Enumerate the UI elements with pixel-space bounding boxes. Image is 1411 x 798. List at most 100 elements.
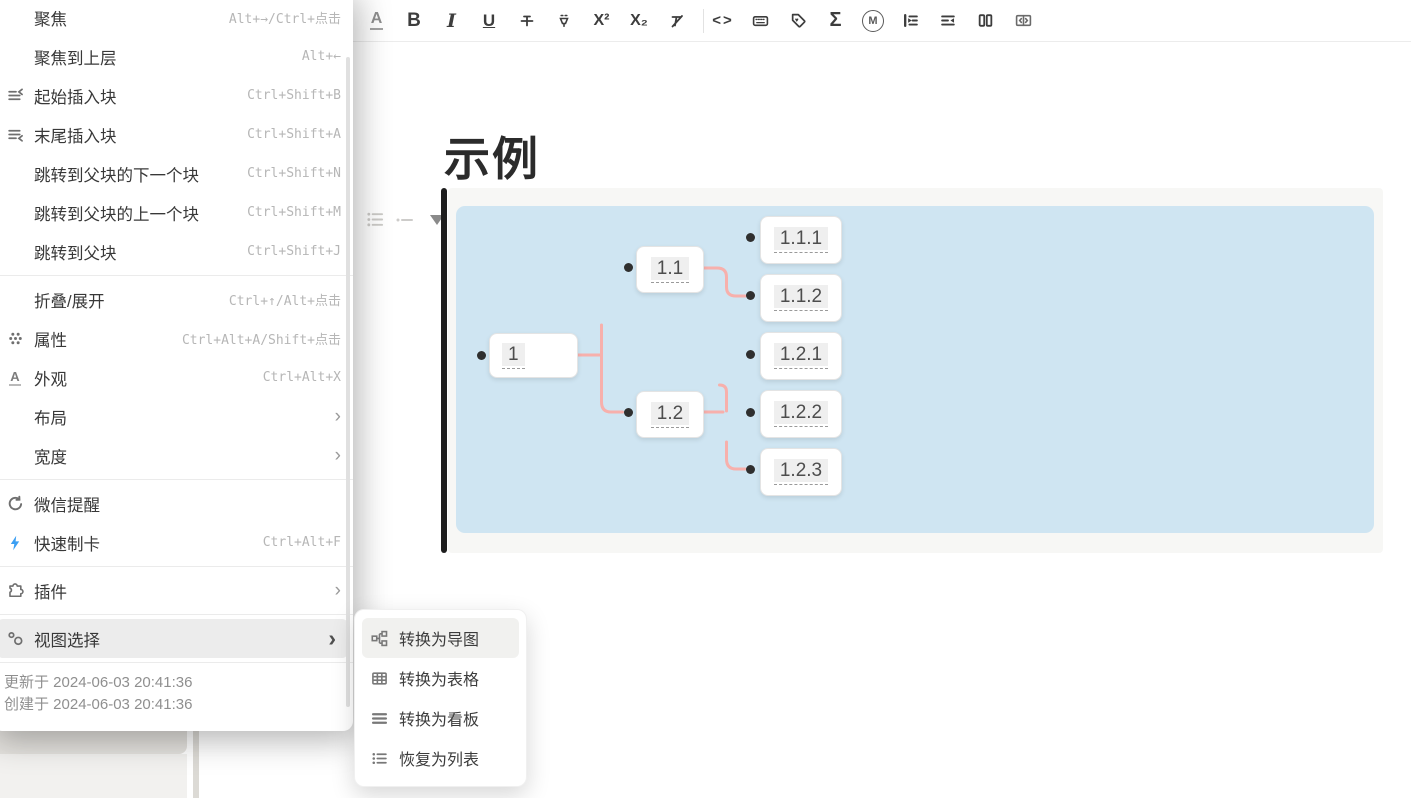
node-bullet[interactable]	[746, 465, 755, 474]
font-color-a-icon: A	[369, 11, 384, 30]
inline-code-button[interactable]: <>	[710, 6, 737, 36]
indent-icon	[904, 14, 918, 27]
menu-item-jump-next-sibling[interactable]: 跳转到父块的下一个块 Ctrl+Shift+N	[0, 154, 353, 193]
lightning-bolt-icon	[10, 535, 20, 550]
node-bullet[interactable]	[746, 233, 755, 242]
toolbar-divider	[702, 8, 704, 33]
menu-item-wechat-reminder[interactable]: 微信提醒	[0, 484, 353, 523]
mindmap-node[interactable]: 1.1	[636, 246, 704, 293]
node-label: 1.2.1	[773, 343, 829, 366]
chevron-right-icon: ›	[328, 625, 336, 651]
shortcut: Ctrl+Shift+N	[247, 166, 341, 181]
submenu-item-restore-list[interactable]: 恢复为列表	[362, 738, 519, 778]
updated-timestamp: 更新于 2024-06-03 20:41:36	[4, 674, 193, 691]
menu-item-width[interactable]: 宽度 ›	[0, 436, 353, 475]
menu-item-jump-prev-sibling[interactable]: 跳转到父块的上一个块 Ctrl+Shift+M	[0, 193, 353, 232]
svg-text:♥: ♥	[794, 17, 798, 24]
clear-format-icon	[671, 14, 683, 27]
clear-format-button[interactable]	[663, 6, 690, 36]
italic-button[interactable]: I	[438, 6, 465, 36]
menu-item-insert-end[interactable]: 末尾插入块 Ctrl+Shift+A	[0, 115, 353, 154]
menu-item-focus[interactable]: 聚焦 Alt+→/Ctrl+点击	[0, 0, 353, 37]
menu-item-plugins[interactable]: 插件 ›	[0, 571, 353, 610]
attributes-dots-icon	[8, 332, 22, 345]
keyboard-button[interactable]	[747, 6, 774, 36]
drag-dash-icon[interactable]	[393, 212, 417, 228]
menu-item-insert-start[interactable]: 起始插入块 Ctrl+Shift+B	[0, 76, 353, 115]
node-bullet[interactable]	[746, 291, 755, 300]
submenu-item-convert-table[interactable]: 转换为表格	[362, 658, 519, 698]
block-context-menu: 聚焦 Alt+→/Ctrl+点击 聚焦到上层 Alt+← 起始插入块 Ctrl+…	[0, 0, 353, 731]
page-title[interactable]: 示例	[444, 123, 540, 189]
mindmap-icon	[371, 630, 388, 646]
menu-item-focus-parent[interactable]: 聚焦到上层 Alt+←	[0, 37, 353, 76]
outdent-button[interactable]	[935, 6, 962, 36]
appearance-a-icon: A	[9, 368, 21, 386]
menu-scrollbar[interactable]	[346, 57, 350, 707]
font-color-button[interactable]: A	[363, 6, 390, 36]
menu-item-attributes[interactable]: 属性 Ctrl+Alt+A/Shift+点击	[0, 319, 353, 358]
submenu-item-convert-kanban[interactable]: 转换为看板	[362, 698, 519, 738]
mindmap-node[interactable]: 1.2.3	[760, 448, 842, 496]
mindmap-node[interactable]: 1.1.2	[760, 274, 842, 322]
strikethrough-button[interactable]	[513, 6, 540, 36]
shortcut: Ctrl+Alt+X	[262, 370, 341, 385]
mindmap-node[interactable]: 1	[489, 333, 578, 378]
puzzle-icon	[8, 583, 24, 598]
submenu-item-convert-mindmap[interactable]: 转换为导图	[362, 618, 519, 658]
menu-divider	[0, 614, 353, 615]
menu-divider	[0, 275, 353, 276]
node-bullet[interactable]	[746, 350, 755, 359]
menu-item-layout[interactable]: 布局 ›	[0, 397, 353, 436]
expand-button[interactable]	[1010, 6, 1037, 36]
node-label: 1	[502, 342, 525, 366]
inline-math-button[interactable]: Σ	[822, 6, 849, 36]
indent-button[interactable]	[897, 6, 924, 36]
menu-divider	[0, 566, 353, 567]
block-list-icon[interactable]	[364, 210, 386, 229]
insert-end-icon	[7, 129, 23, 142]
menu-item-jump-parent[interactable]: 跳转到父块 Ctrl+Shift+J	[0, 232, 353, 271]
menu-item-fold-unfold[interactable]: 折叠/展开 Ctrl+↑/Alt+点击	[0, 280, 353, 319]
tag-button[interactable]: ♥	[785, 6, 812, 36]
node-bullet[interactable]	[624, 263, 633, 272]
bold-button[interactable]: B	[401, 6, 428, 36]
block-focus-bar	[441, 188, 447, 553]
refresh-circle-icon	[8, 495, 22, 511]
strikethrough-icon	[520, 15, 533, 26]
node-bullet[interactable]	[746, 408, 755, 417]
node-bullet[interactable]	[477, 351, 486, 360]
node-label: 1.2.3	[773, 459, 829, 482]
mindmap-node[interactable]: 1.2.1	[760, 332, 842, 380]
menu-item-quick-flashcard[interactable]: 快速制卡 Ctrl+Alt+F	[0, 523, 353, 562]
chevron-right-icon: ›	[334, 445, 341, 466]
node-label: 1.2	[650, 401, 690, 425]
highlight-button[interactable]	[551, 6, 578, 36]
node-label: 1.1.1	[773, 227, 829, 250]
subscript-button[interactable]: X₂	[626, 6, 653, 36]
outdent-icon	[940, 15, 955, 26]
memo-button[interactable]: M	[860, 6, 887, 36]
insert-start-icon	[7, 88, 23, 101]
menu-item-appearance[interactable]: A 外观 Ctrl+Alt+X	[0, 358, 353, 397]
list-icon	[372, 752, 387, 764]
node-label: 1.2.2	[773, 401, 829, 424]
block-gutter	[364, 210, 444, 229]
columns-icon	[978, 14, 993, 27]
shortcut: Ctrl+Shift+A	[247, 127, 341, 142]
superscript-button[interactable]: X²	[588, 6, 615, 36]
shortcut: Ctrl+Shift+B	[247, 88, 341, 103]
columns-button[interactable]	[972, 6, 999, 36]
mindmap-node[interactable]: 1.2	[636, 391, 704, 438]
shortcut: Ctrl+Shift+M	[247, 205, 341, 220]
menu-item-view-select[interactable]: 视图选择 ›	[0, 619, 348, 658]
node-bullet[interactable]	[624, 408, 633, 417]
mindmap-node[interactable]: 1.2.2	[760, 390, 842, 438]
node-label: 1.1	[650, 256, 690, 280]
underline-button[interactable]: U	[476, 6, 503, 36]
mindmap-node[interactable]: 1.1.1	[760, 216, 842, 264]
chevron-right-icon: ›	[334, 406, 341, 427]
created-timestamp: 创建于 2024-06-03 20:41:36	[4, 695, 193, 713]
shortcut: Ctrl+Alt+A/Shift+点击	[181, 333, 341, 348]
expand-icon	[1015, 14, 1031, 27]
